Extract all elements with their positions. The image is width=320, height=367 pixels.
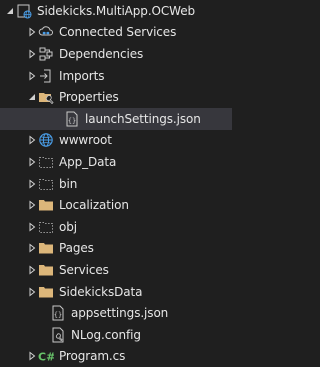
tree-item-label: Services [59,262,109,278]
tree-item-bin[interactable]: bin [0,173,232,195]
chevron-right-icon[interactable] [26,156,38,168]
tree-item-label: Localization [59,197,129,213]
folder-icon [38,262,54,278]
tree-item-label: Pages [59,240,94,256]
tree-item-label: wwwroot [59,132,112,148]
folder-icon [38,284,54,300]
dashed-folder-icon [38,176,54,192]
solution-explorer-tree: Sidekicks.MultiApp.OCWeb Connected Servi… [0,0,232,324]
tree-item-label: Properties [59,89,119,105]
web-project-icon [16,3,32,19]
svg-text:{}: {} [54,311,62,319]
tree-item-pages[interactable]: Pages [0,238,232,260]
chevron-right-icon[interactable] [26,48,38,60]
tree-item-label: Program.cs [59,348,125,364]
chevron-right-icon[interactable] [26,350,38,362]
tree-item-label: appsettings.json [71,305,168,321]
folder-icon [38,197,54,213]
imports-icon [38,68,54,84]
dashed-folder-icon [38,219,54,235]
tree-item-sidekicksdata[interactable]: SidekicksData [0,281,232,303]
tree-item-label: launchSettings.json [85,111,201,127]
config-file-icon [50,327,66,343]
chevron-right-icon[interactable] [26,70,38,82]
project-label: Sidekicks.MultiApp.OCWeb [37,3,195,19]
tree-item-imports[interactable]: Imports [0,65,232,87]
tree-item-label: obj [59,219,77,235]
folder-icon [38,240,54,256]
tree-item-label: bin [59,176,77,192]
chevron-right-icon[interactable] [26,26,38,38]
dependencies-icon [38,46,54,62]
tree-item-wwwroot[interactable]: wwwroot [0,130,232,152]
chevron-right-icon[interactable] [26,178,38,190]
tree-item-nlog-config[interactable]: NLog.config [0,324,232,346]
chevron-right-icon[interactable] [26,221,38,233]
tree-item-label: Imports [59,68,104,84]
connected-services-icon [38,24,54,40]
tree-item-services[interactable]: Services [0,259,232,281]
tree-item-program-cs[interactable]: C# Program.cs [0,346,232,367]
tree-item-label: NLog.config [71,327,141,343]
tree-item-appsettings[interactable]: {} appsettings.json [0,302,232,324]
chevron-right-icon[interactable] [26,242,38,254]
svg-text:C#: C# [38,351,54,364]
chevron-right-icon[interactable] [26,264,38,276]
tree-item-label: Connected Services [59,24,176,40]
tree-item-project[interactable]: Sidekicks.MultiApp.OCWeb [0,0,232,22]
tree-item-label: SidekicksData [59,284,142,300]
tree-item-launch-settings[interactable]: {} launchSettings.json [0,108,232,130]
svg-text:{}: {} [68,117,76,125]
tree-item-dependencies[interactable]: Dependencies [0,43,232,65]
chevron-down-icon[interactable] [26,91,38,103]
chevron-right-icon[interactable] [26,199,38,211]
json-file-icon: {} [50,305,66,321]
chevron-right-icon[interactable] [26,134,38,146]
dashed-folder-icon [38,154,54,170]
chevron-right-icon[interactable] [26,286,38,298]
tree-item-label: Dependencies [59,46,143,62]
json-file-icon: {} [64,111,80,127]
chevron-down-icon[interactable] [4,5,16,17]
csharp-file-icon: C# [38,348,54,364]
tree-item-properties[interactable]: Properties [0,86,232,108]
properties-folder-icon [38,89,54,105]
tree-item-obj[interactable]: obj [0,216,232,238]
globe-icon [38,132,54,148]
tree-item-connected-services[interactable]: Connected Services [0,22,232,44]
tree-item-localization[interactable]: Localization [0,194,232,216]
tree-item-label: App_Data [59,154,116,170]
tree-item-app-data[interactable]: App_Data [0,151,232,173]
